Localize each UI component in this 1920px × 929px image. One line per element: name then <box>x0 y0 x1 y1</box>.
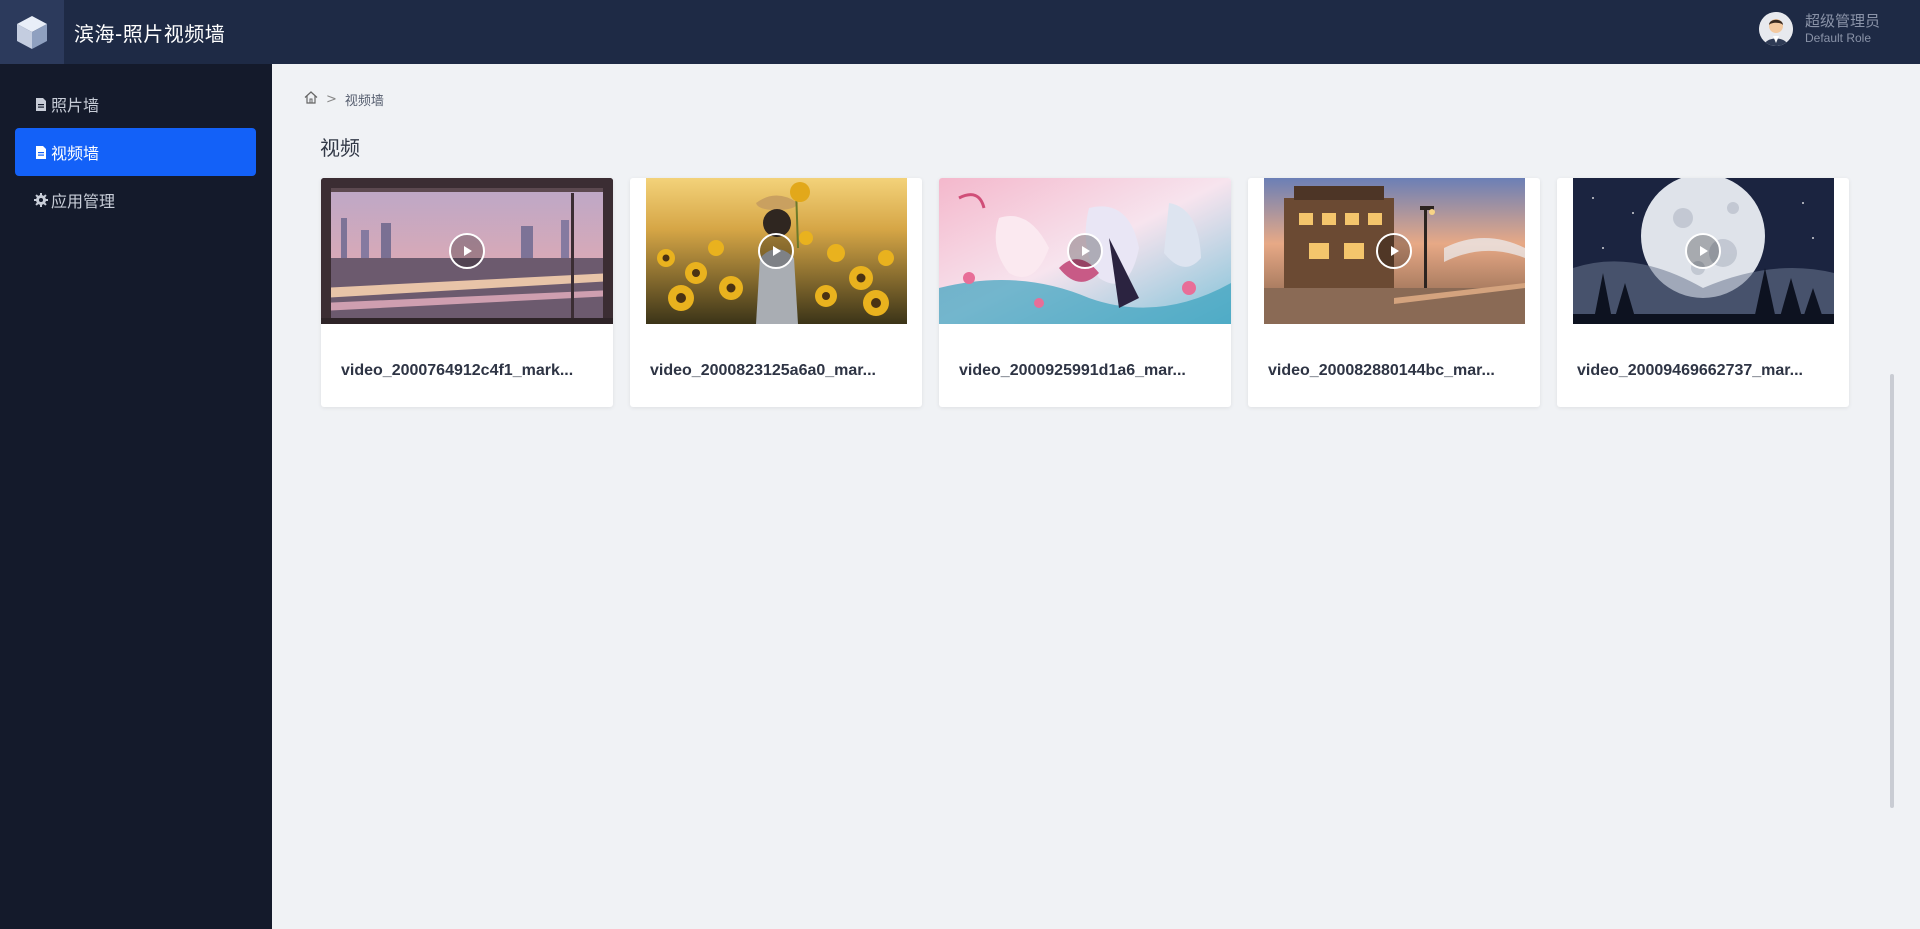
user-avatar-icon <box>1758 12 1793 46</box>
user-name: 超级管理员 <box>1804 12 1880 31</box>
app-title: 滨海-照片视频墙 <box>74 21 226 46</box>
cube-logo-icon <box>17 16 47 49</box>
sidebar-item-label: 照片墙 <box>51 96 100 115</box>
video-thumbnail[interactable] <box>939 178 1231 324</box>
home-icon[interactable] <box>304 91 318 108</box>
user-menu[interactable]: 超级管理员 Default Role <box>1758 12 1880 46</box>
video-card[interactable]: video_20009469662737_mar... <box>1557 178 1849 407</box>
video-thumbnail[interactable] <box>645 178 907 324</box>
video-title[interactable]: video_2000925991d1a6_mar... <box>959 362 1214 380</box>
video-title[interactable]: video_2000764912c4f1_mark... <box>341 362 596 380</box>
play-icon[interactable] <box>1376 233 1412 269</box>
sidebar-item-label: 视频墙 <box>51 144 100 163</box>
video-thumbnail[interactable] <box>1263 178 1525 324</box>
video-card[interactable]: video_200082880144bc_mar... <box>1248 178 1540 407</box>
file-icon <box>33 96 49 112</box>
video-grid: video_2000764912c4f1_mark... video_20008… <box>321 178 1866 407</box>
sidebar-item-video-wall[interactable]: 视频墙 <box>15 128 256 176</box>
video-thumbnail[interactable] <box>1572 178 1834 324</box>
gear-icon <box>33 192 49 208</box>
video-card[interactable]: video_2000925991d1a6_mar... <box>939 178 1231 407</box>
sidebar: 照片墙 视频墙 应用管理 <box>0 64 272 929</box>
main-content: > 视频墙 视频 video_2000764912c4f1_mark... vi… <box>272 64 1920 929</box>
video-card[interactable]: video_2000764912c4f1_mark... <box>321 178 613 407</box>
play-icon[interactable] <box>1685 233 1721 269</box>
breadcrumb: > 视频墙 <box>304 90 384 109</box>
video-card[interactable]: video_2000823125a6a0_mar... <box>630 178 922 407</box>
breadcrumb-separator: > <box>326 92 337 107</box>
video-title[interactable]: video_20009469662737_mar... <box>1577 362 1832 380</box>
scrollbar-thumb[interactable] <box>1890 374 1894 808</box>
breadcrumb-current: 视频墙 <box>344 94 384 109</box>
video-title[interactable]: video_2000823125a6a0_mar... <box>650 362 905 380</box>
sidebar-item-photo-wall[interactable]: 照片墙 <box>15 80 256 128</box>
play-icon[interactable] <box>758 233 794 269</box>
avatar[interactable] <box>1758 12 1793 46</box>
top-bar: 滨海-照片视频墙 超级管理员 Default Role <box>0 0 1920 64</box>
logo[interactable] <box>0 0 64 64</box>
play-icon[interactable] <box>1067 233 1103 269</box>
sidebar-item-label: 应用管理 <box>51 192 116 211</box>
video-title[interactable]: video_200082880144bc_mar... <box>1268 362 1523 380</box>
file-icon <box>33 144 49 160</box>
user-role: Default Role <box>1804 30 1872 45</box>
play-icon[interactable] <box>449 233 485 269</box>
section-title: 视频 <box>320 136 360 160</box>
sidebar-item-app-management[interactable]: 应用管理 <box>15 176 256 224</box>
video-thumbnail[interactable] <box>321 178 613 324</box>
